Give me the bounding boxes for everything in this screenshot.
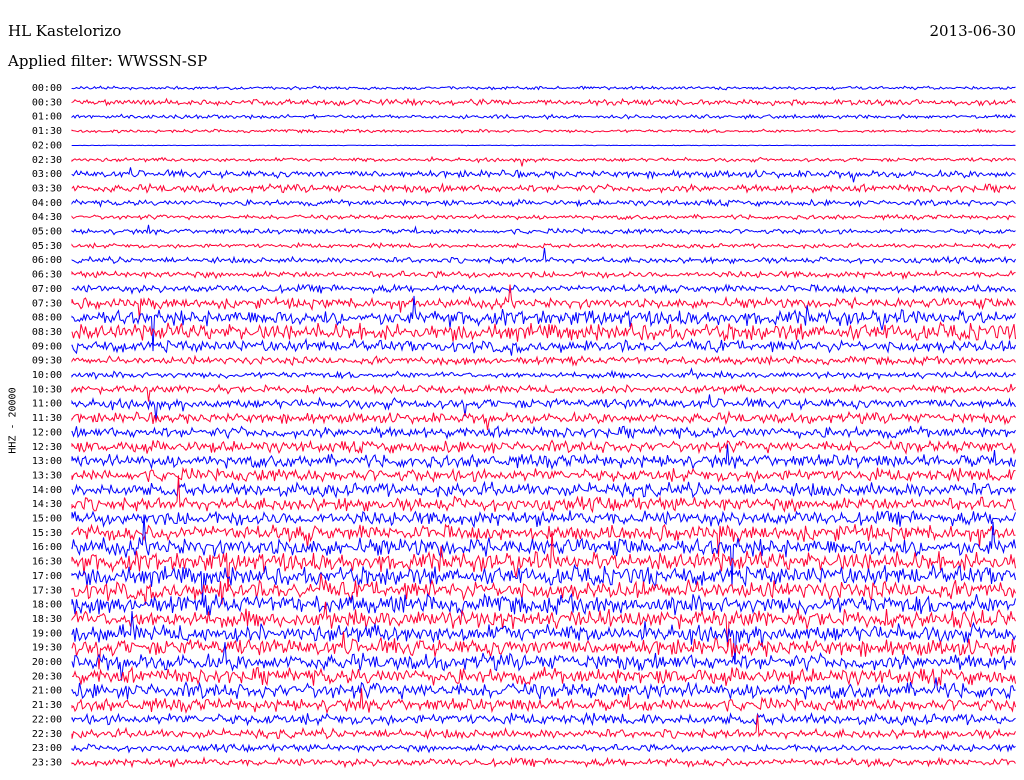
row-time-label: 18:00	[32, 600, 62, 611]
row-time-label: 23:00	[32, 743, 62, 754]
row-time-label: 06:00	[32, 255, 62, 266]
trace-line	[71, 198, 1016, 208]
trace-line	[71, 480, 1016, 499]
trace-line	[71, 466, 1016, 484]
row-time-label: 09:00	[32, 341, 62, 352]
trace-line	[71, 155, 1016, 167]
trace-line	[71, 383, 1016, 402]
trace-line	[71, 224, 1016, 236]
trace-line	[71, 410, 1016, 431]
y-axis-label: HHZ - 20000	[7, 387, 19, 454]
trace-line	[71, 128, 1016, 134]
row-time-label: 04:00	[32, 198, 62, 209]
row-time-label: 00:00	[32, 83, 62, 94]
row-time-label: 10:00	[32, 370, 62, 381]
trace-line	[71, 677, 1016, 700]
row-time-label: 07:00	[32, 284, 62, 295]
row-time-label: 03:30	[32, 183, 62, 194]
trace-line	[71, 283, 1016, 295]
row-time-label: 07:30	[32, 298, 62, 309]
trace-line	[71, 742, 1016, 754]
trace-line	[71, 247, 1016, 265]
row-time-label: 19:30	[32, 643, 62, 654]
row-time-label: 01:30	[32, 126, 62, 137]
row-time-label: 11:00	[32, 399, 62, 410]
row-time-label: 23:30	[32, 757, 62, 768]
trace-line	[71, 167, 1016, 183]
trace-line	[71, 144, 1016, 147]
trace-line	[71, 354, 1016, 367]
row-time-label: 12:00	[32, 427, 62, 438]
row-time-label: 09:30	[32, 356, 62, 367]
trace-line	[71, 424, 1016, 440]
trace-line	[71, 714, 1016, 741]
trace-line	[71, 97, 1016, 107]
row-time-label: 08:30	[32, 327, 62, 338]
trace-line	[71, 321, 1016, 342]
trace-line	[71, 510, 1016, 529]
row-time-label: 08:00	[32, 313, 62, 324]
trace-line	[71, 85, 1016, 91]
row-time-label: 15:00	[32, 514, 62, 525]
row-time-label: 21:30	[32, 700, 62, 711]
row-time-label: 04:30	[32, 212, 62, 223]
row-time-label: 05:00	[32, 227, 62, 238]
trace-line	[71, 711, 1016, 727]
trace-line	[71, 642, 1016, 681]
row-time-label: 19:00	[32, 628, 62, 639]
trace-line	[71, 337, 1016, 356]
row-time-label: 22:30	[32, 729, 62, 740]
row-time-label: 15:30	[32, 528, 62, 539]
row-time-label: 10:30	[32, 384, 62, 395]
row-time-label: 11:30	[32, 413, 62, 424]
trace-line	[71, 113, 1016, 120]
row-time-label: 17:00	[32, 571, 62, 582]
trace-line	[71, 241, 1016, 250]
row-time-label: 18:30	[32, 614, 62, 625]
row-time-label: 03:00	[32, 169, 62, 180]
trace-line	[71, 592, 1016, 617]
row-time-label: 22:00	[32, 714, 62, 725]
row-time-label: 16:30	[32, 557, 62, 568]
row-time-label: 05:30	[32, 241, 62, 252]
row-time-label: 17:30	[32, 585, 62, 596]
row-time-label: 16:00	[32, 542, 62, 553]
row-time-label: 14:00	[32, 485, 62, 496]
row-time-label: 01:00	[32, 112, 62, 123]
row-time-label: 00:30	[32, 97, 62, 108]
trace-line	[71, 269, 1016, 281]
trace-line	[71, 367, 1016, 381]
trace-line	[71, 610, 1016, 664]
trace-line	[71, 563, 1016, 602]
seismogram-plot: 00:00 00:30 01:00 01:30 02:00 02:30 03:00 03:30…	[32, 83, 1016, 769]
row-time-label: 14:30	[32, 499, 62, 510]
row-time-label: 02:00	[32, 140, 62, 151]
row-time-label: 21:00	[32, 686, 62, 697]
row-time-label: 13:30	[32, 470, 62, 481]
row-time-label: 20:30	[32, 671, 62, 682]
row-time-label: 12:30	[32, 442, 62, 453]
trace-line	[71, 756, 1016, 769]
trace-line	[71, 182, 1016, 195]
row-time-label: 20:00	[32, 657, 62, 668]
row-time-label: 02:30	[32, 155, 62, 166]
trace-line	[71, 601, 1016, 648]
trace-line	[71, 213, 1016, 221]
trace-line	[71, 439, 1016, 455]
row-time-label: 13:00	[32, 456, 62, 467]
row-time-label: 06:30	[32, 270, 62, 281]
